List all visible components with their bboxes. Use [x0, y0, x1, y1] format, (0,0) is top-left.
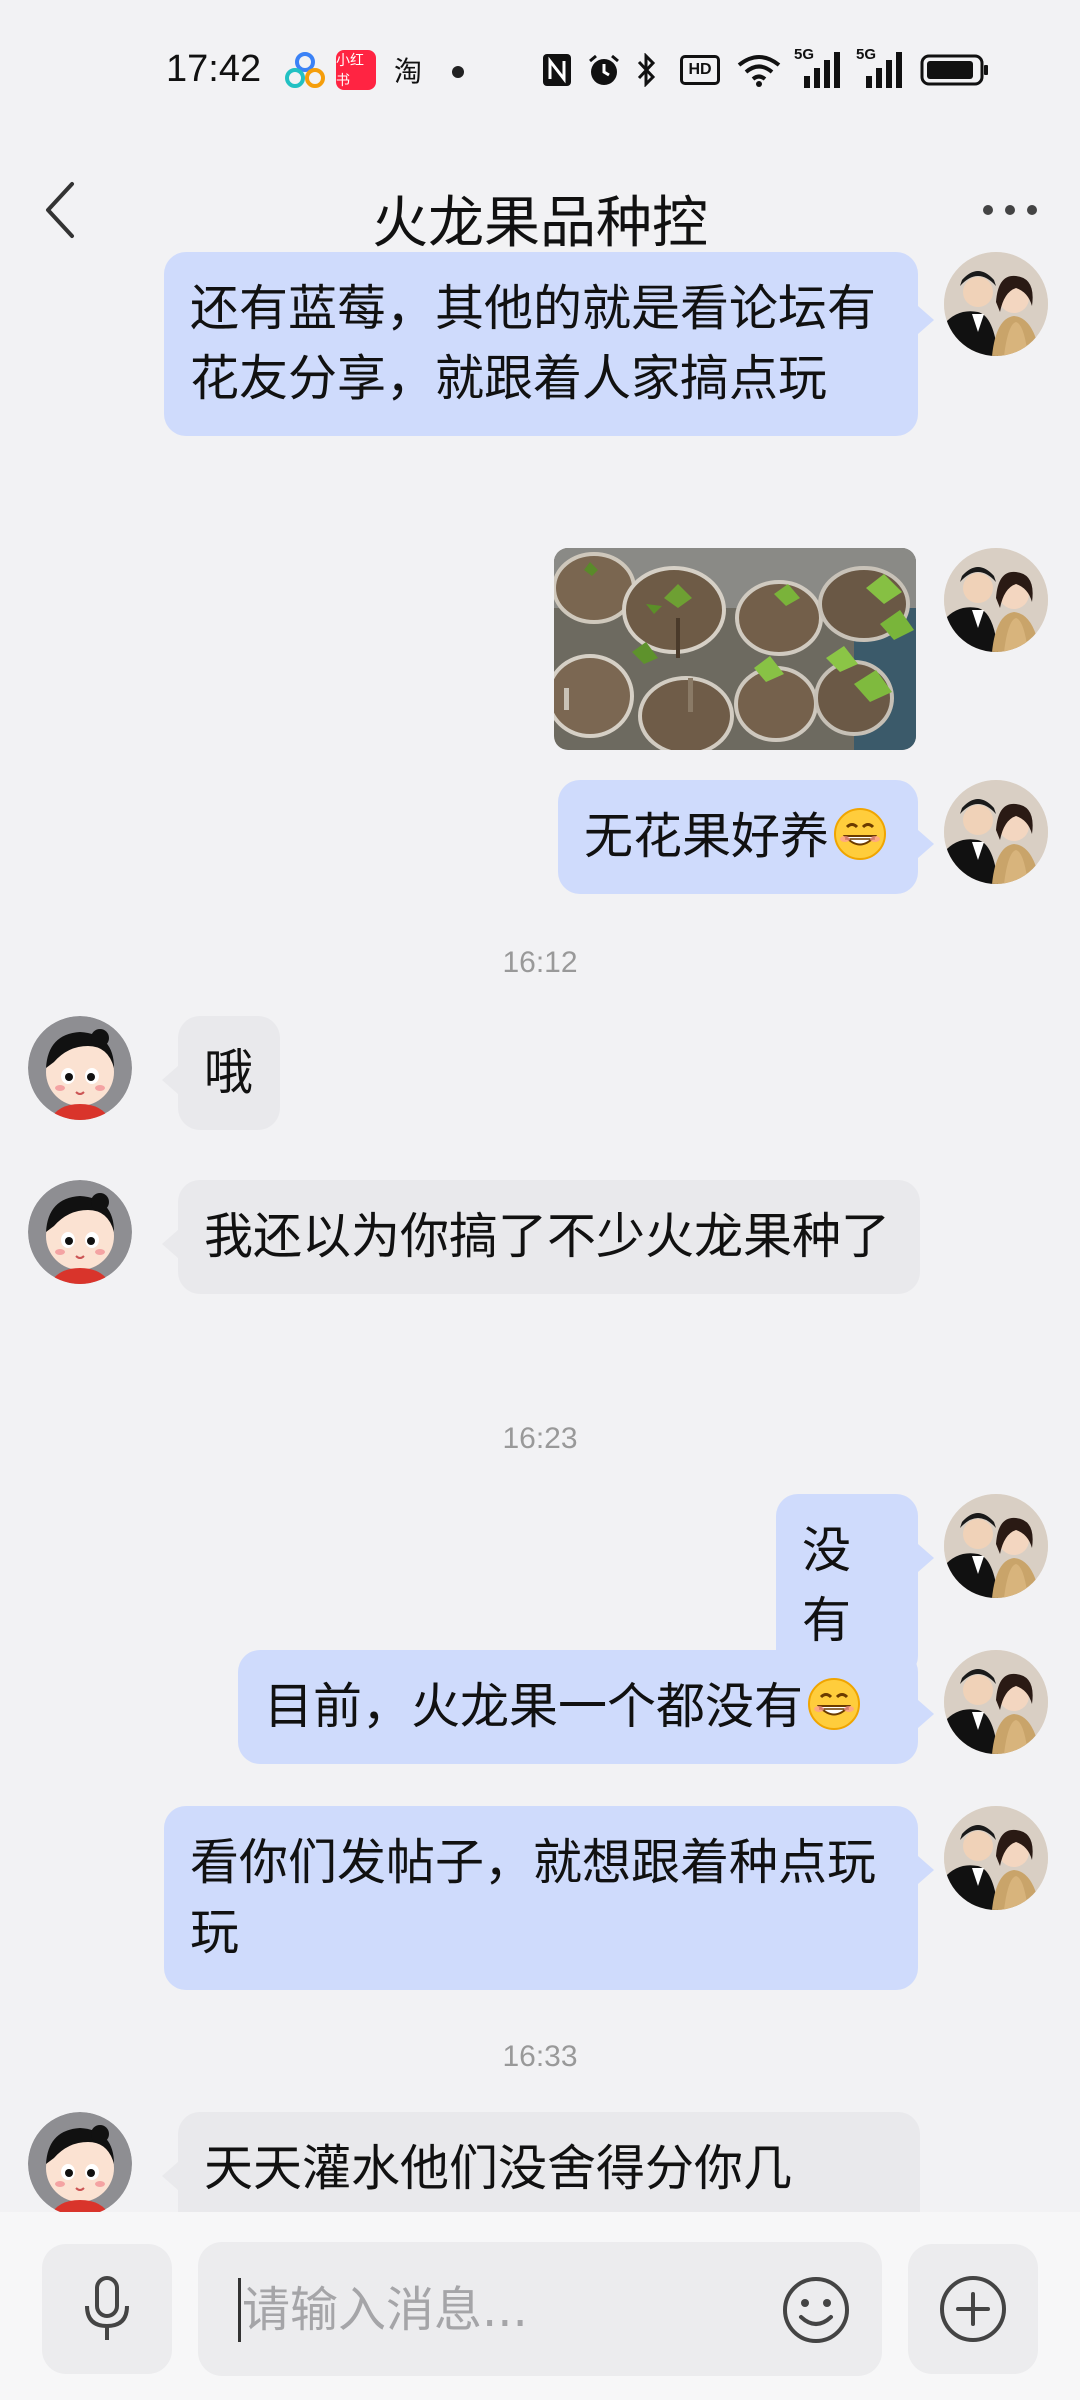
- avatar[interactable]: [28, 1180, 132, 1284]
- message-text: 目前，火龙果一个都没有: [264, 1678, 804, 1735]
- smiley-icon: [783, 2277, 849, 2343]
- avatar[interactable]: [28, 1016, 132, 1120]
- bubble-tail: [918, 830, 934, 858]
- message-bubble[interactable]: 看你们发帖子，就想跟着种点玩玩: [164, 1806, 918, 1990]
- alarm-icon: [586, 50, 622, 90]
- avatar[interactable]: [944, 1806, 1048, 1910]
- message-bubble[interactable]: 我还以为你搞了不少火龙果种了: [178, 1180, 920, 1294]
- battery-icon: [920, 50, 990, 90]
- wifi-icon: [736, 50, 782, 90]
- network-label: 5G: [856, 46, 877, 63]
- message-bubble[interactable]: 还有蓝莓，其他的就是看论坛有花友分享，就跟着人家搞点玩: [164, 252, 918, 436]
- avatar[interactable]: [944, 1494, 1048, 1598]
- taobao-label: 淘: [393, 55, 422, 88]
- voice-button[interactable]: [42, 2244, 172, 2374]
- hd-icon: HD: [678, 50, 722, 90]
- emoji-button[interactable]: [778, 2272, 854, 2348]
- message-bubble[interactable]: 哦: [178, 1016, 280, 1130]
- message-bubble[interactable]: 无花果好养: [558, 780, 918, 894]
- bubble-tail: [162, 1066, 178, 1094]
- timestamp: 16:23: [502, 1422, 578, 1455]
- status-time: 17:42: [166, 48, 262, 90]
- cloud-app-icon: [282, 50, 328, 90]
- more-actions-button[interactable]: [908, 2244, 1038, 2374]
- notification-dot-icon: [452, 66, 464, 78]
- plus-circle-icon: [940, 2276, 1006, 2342]
- message-image[interactable]: [554, 548, 916, 750]
- xiaohongshu-label: 小红书: [336, 53, 364, 89]
- more-dots-icon: [983, 205, 1037, 215]
- signal-5g-icon: 5G: [794, 46, 844, 90]
- timestamp: 16:12: [502, 946, 578, 979]
- bubble-tail: [918, 306, 934, 334]
- bubble-tail: [162, 2162, 178, 2190]
- input-bar: [0, 2212, 1080, 2400]
- bubble-tail: [162, 1230, 178, 1258]
- bluetooth-icon: [634, 50, 660, 90]
- microphone-icon: [85, 2276, 129, 2340]
- avatar[interactable]: [944, 1650, 1048, 1754]
- bubble-tail: [918, 1700, 934, 1728]
- message-input[interactable]: [240, 2242, 764, 2378]
- message-input-wrapper: [198, 2242, 882, 2378]
- page-title: 火龙果品种控: [372, 191, 708, 256]
- message-bubble[interactable]: 目前，火龙果一个都没有: [238, 1650, 918, 1764]
- avatar[interactable]: [944, 252, 1048, 356]
- signal-5g-icon: 5G: [856, 46, 906, 90]
- avatar[interactable]: [944, 548, 1048, 652]
- grin-emoji-icon: [833, 807, 887, 861]
- bubble-tail: [918, 1856, 934, 1884]
- xiaohongshu-icon: 小红书: [336, 50, 376, 90]
- status-bar: 17:42 小红书 淘 HD 5G 5G: [0, 0, 1080, 140]
- message-text: 无花果好养: [584, 808, 830, 865]
- grin-emoji-icon: [807, 1677, 861, 1731]
- bubble-tail: [918, 1544, 934, 1572]
- hd-label: HD: [680, 55, 720, 85]
- nfc-icon: [540, 50, 574, 90]
- network-label: 5G: [794, 46, 815, 63]
- avatar[interactable]: [944, 780, 1048, 884]
- avatar[interactable]: [28, 2112, 132, 2216]
- taobao-icon: 淘: [390, 50, 426, 90]
- fig-seedlings-photo: [554, 548, 916, 750]
- timestamp: 16:33: [502, 2040, 578, 2073]
